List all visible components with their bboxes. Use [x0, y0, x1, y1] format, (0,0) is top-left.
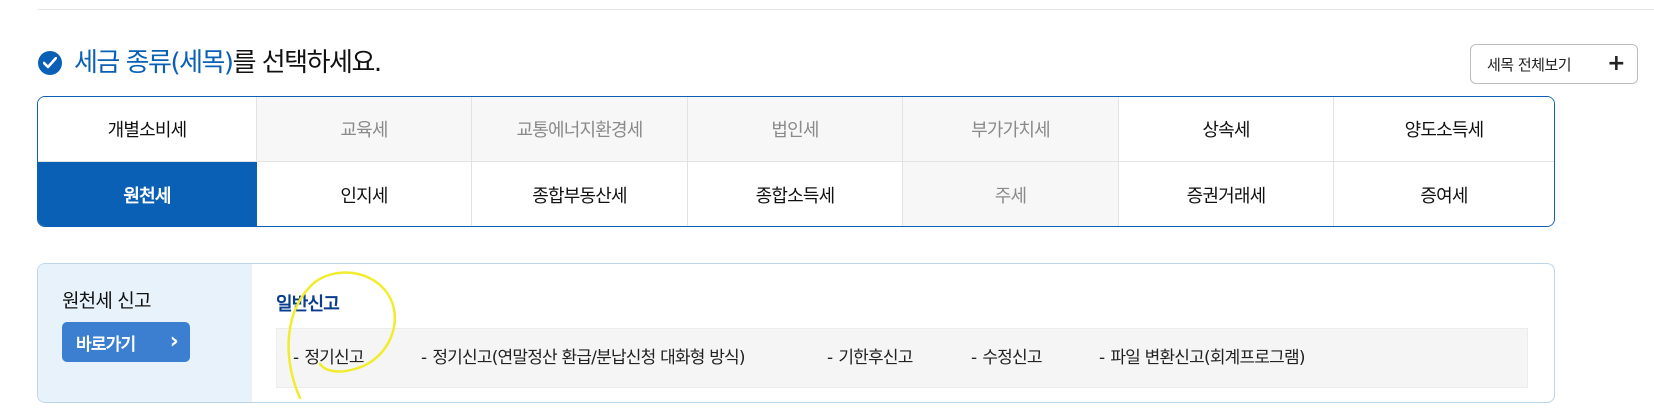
tax-type-item[interactable]: 인지세	[257, 162, 472, 226]
report-link-label: 파일 변환신고(회계프로그램)	[1110, 348, 1305, 368]
report-panel-title: 원천세 신고	[62, 290, 151, 312]
report-link-label: 기한후신고	[838, 348, 913, 368]
check-circle-icon	[38, 51, 62, 75]
section-heading-row: 세금 종류(세목)를 선택하세요. 세목 전체보기 +	[38, 44, 1638, 88]
report-link[interactable]: - 기한후신고	[827, 343, 913, 368]
report-panel-main: 일반신고 - 정기신고 - 정기신고(연말정산 환급/분납신청 대화형 방식) -기…	[252, 264, 1554, 402]
plus-icon: +	[1607, 51, 1625, 76]
report-link-label: 수정신고	[982, 348, 1042, 368]
bullet-dash: -	[827, 348, 833, 368]
tax-type-item[interactable]: 개별소비세	[38, 97, 257, 162]
tax-type-item[interactable]: 부가가치세	[903, 97, 1119, 162]
go-button-label: 바로가기	[76, 334, 136, 355]
tax-type-item[interactable]: 법인세	[688, 97, 903, 162]
tax-type-item[interactable]: 양도소득세	[1334, 97, 1554, 162]
section-title: 세금 종류(세목)를 선택하세요.	[74, 44, 383, 82]
section-title-rest: 를 선택하세요.	[232, 48, 383, 78]
tax-type-item[interactable]: 교통에너지환경세	[472, 97, 688, 162]
tax-type-item[interactable]: 원천세	[38, 162, 257, 226]
tax-type-grid: 개별소비세 교육세 교통에너지환경세 법인세 부가가치세 상속세 양도소득세 원…	[37, 96, 1555, 227]
view-all-label: 세목 전체보기	[1487, 55, 1572, 74]
report-link[interactable]: - 정기신고(연말정산 환급/분납신청 대화형 방식)	[421, 343, 746, 368]
bullet-dash: -	[971, 348, 977, 368]
general-report-heading: 일반신고	[276, 294, 340, 315]
report-link-label: 정기신고	[304, 348, 364, 368]
report-link[interactable]: - 정기신고	[293, 343, 365, 368]
bullet-dash: -	[421, 348, 427, 368]
tax-type-item[interactable]: 종합부동산세	[472, 162, 688, 226]
tax-type-item[interactable]: 주세	[903, 162, 1119, 226]
section-title-highlight: 세금 종류(세목)	[74, 48, 234, 78]
tax-type-item[interactable]: 증권거래세	[1119, 162, 1334, 226]
top-divider	[38, 9, 1654, 10]
tax-type-item[interactable]: 교육세	[257, 97, 472, 162]
report-panel: 원천세 신고 바로가기 › 일반신고 - 정기신고 - 정기신고(연말정산 환급/분…	[37, 263, 1555, 403]
go-button[interactable]: 바로가기 ›	[62, 322, 190, 362]
report-link[interactable]: - 파일 변환신고(회계프로그램)	[1099, 343, 1306, 368]
report-link-list: - 정기신고 - 정기신고(연말정산 환급/분납신청 대화형 방식) - 기한후신고 …	[276, 328, 1528, 388]
report-link-label: 정기신고(연말정산 환급/분납신청 대화형 방식)	[432, 348, 745, 368]
chevron-right-icon: ›	[169, 329, 179, 354]
bullet-dash: -	[1099, 348, 1105, 368]
bullet-dash: -	[293, 348, 299, 368]
tax-type-item[interactable]: 종합소득세	[688, 162, 903, 226]
report-link[interactable]: - 수정신고	[971, 343, 1043, 368]
tax-type-item[interactable]: 상속세	[1119, 97, 1334, 162]
view-all-tax-types-button[interactable]: 세목 전체보기 +	[1470, 44, 1638, 84]
report-panel-side: 원천세 신고 바로가기 ›	[38, 264, 252, 402]
tax-type-item[interactable]: 증여세	[1334, 162, 1554, 226]
